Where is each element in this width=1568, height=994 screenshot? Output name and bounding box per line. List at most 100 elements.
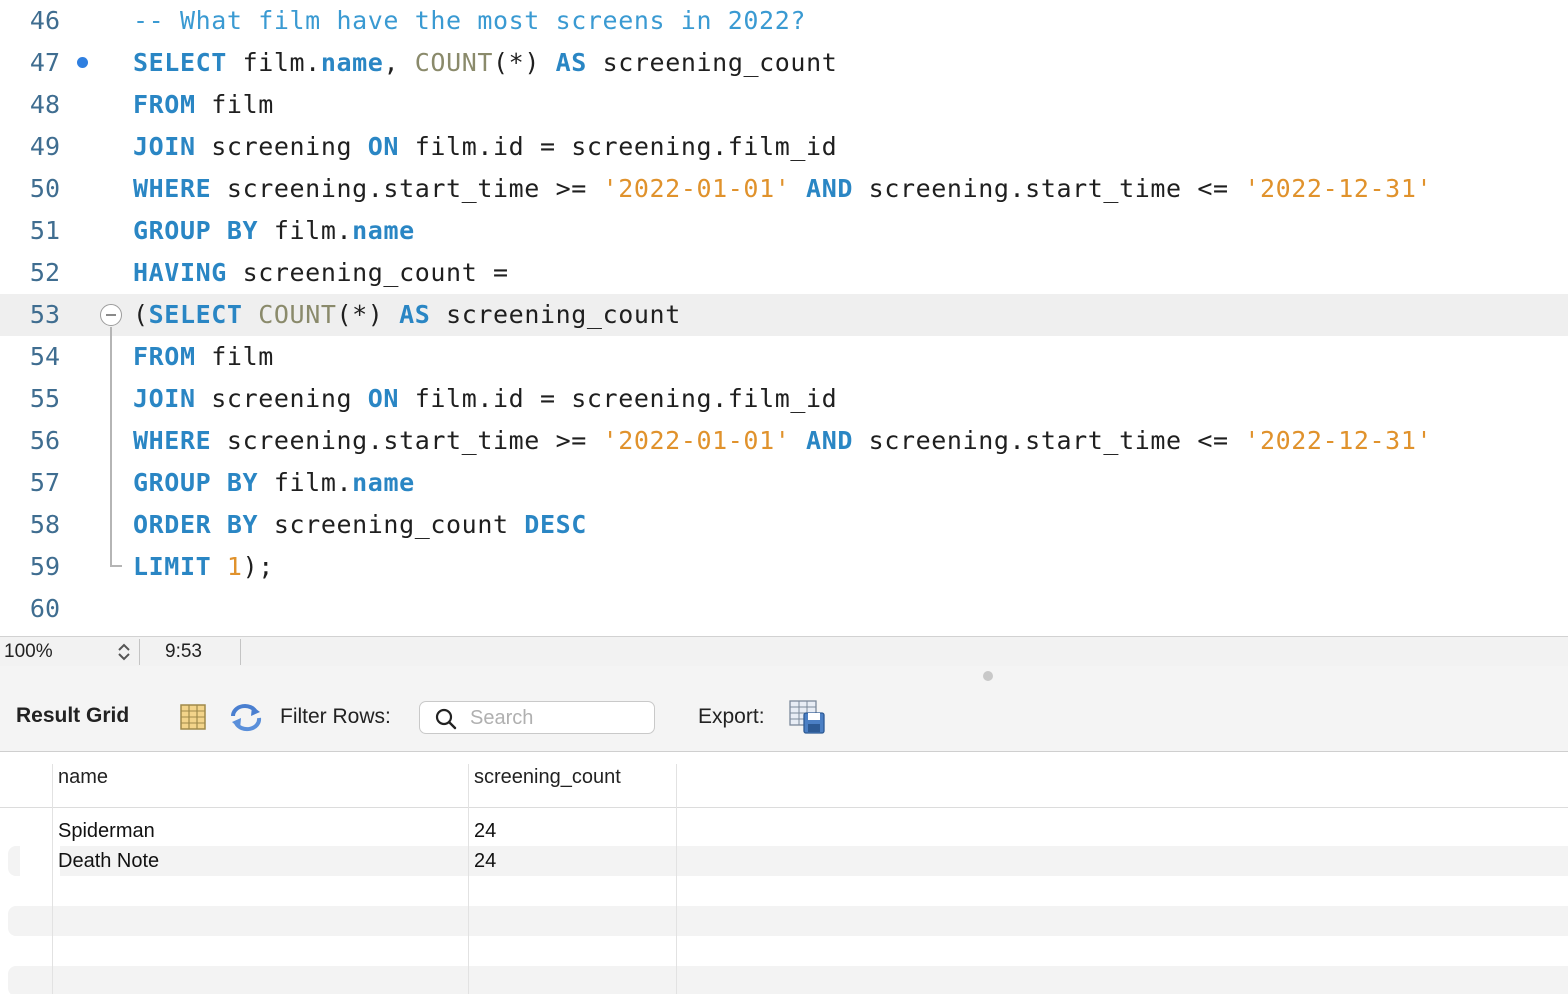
code-token: screening.start_time >= <box>211 426 603 455</box>
code-text[interactable]: SELECT film.name, COUNT(*) AS screening_… <box>133 42 837 84</box>
editor-line[interactable]: 58 ORDER BY screening_count DESC <box>0 504 1568 546</box>
code-token: , <box>383 48 415 77</box>
result-grid[interactable]: name screening_count Spiderman 24 Death … <box>0 752 1568 994</box>
code-token: ON <box>367 384 400 413</box>
row-selector[interactable] <box>20 846 60 876</box>
sql-editor[interactable]: 46 -- What film have the most screens in … <box>0 0 1568 636</box>
code-token: SELECT <box>133 48 227 77</box>
code-token: screening <box>195 132 368 161</box>
editor-line[interactable]: 60 <box>0 588 1568 630</box>
code-token: '2022-12-31' <box>1244 426 1433 455</box>
code-token: GROUP BY <box>133 468 259 497</box>
table-row[interactable]: Spiderman 24 <box>8 816 1568 846</box>
line-number[interactable]: 49 <box>0 126 60 168</box>
code-text[interactable]: WHERE screening.start_time >= '2022-01-0… <box>133 420 1432 462</box>
filter-search-input[interactable] <box>470 705 645 731</box>
filter-search-box[interactable] <box>419 701 655 734</box>
result-toolbar: Result Grid Filter Rows: Export: <box>0 666 1568 752</box>
line-number[interactable]: 53 <box>0 294 60 336</box>
code-token: screening_count <box>258 510 525 539</box>
editor-line[interactable]: 49 JOIN screening ON film.id = screening.… <box>0 126 1568 168</box>
code-text[interactable]: JOIN screening ON film.id = screening.fi… <box>133 126 837 168</box>
editor-line[interactable]: 48 FROM film <box>0 84 1568 126</box>
code-text[interactable]: FROM film <box>133 336 274 378</box>
line-number[interactable]: 51 <box>0 210 60 252</box>
export-table-icon[interactable] <box>788 699 828 735</box>
code-token: (*) <box>336 300 400 329</box>
line-number[interactable]: 55 <box>0 378 60 420</box>
code-token: 1 <box>226 552 243 581</box>
column-header-name[interactable]: name <box>58 766 108 789</box>
line-number[interactable]: 52 <box>0 252 60 294</box>
cell-screening-count[interactable]: 24 <box>474 816 496 846</box>
panel-splitter-handle[interactable] <box>983 671 993 681</box>
up-down-stepper-icon[interactable] <box>114 640 134 664</box>
code-token: ORDER BY <box>133 510 259 539</box>
cell-name[interactable]: Spiderman <box>58 816 155 846</box>
line-number[interactable]: 58 <box>0 504 60 546</box>
empty-row <box>8 936 1568 966</box>
code-text[interactable]: GROUP BY film.name <box>133 210 415 252</box>
line-number[interactable]: 50 <box>0 168 60 210</box>
column-divider[interactable] <box>676 764 677 994</box>
code-text[interactable]: JOIN screening ON film.id = screening.fi… <box>133 378 837 420</box>
code-token: screening <box>195 384 368 413</box>
line-number[interactable]: 54 <box>0 336 60 378</box>
editor-line[interactable]: 52 HAVING screening_count = <box>0 252 1568 294</box>
code-text[interactable]: FROM film <box>133 84 274 126</box>
line-number[interactable]: 48 <box>0 84 60 126</box>
code-token: screening.start_time <= <box>853 426 1245 455</box>
code-token: ON <box>367 132 400 161</box>
code-text[interactable]: WHERE screening.start_time >= '2022-01-0… <box>133 168 1432 210</box>
table-row[interactable]: Death Note 24 <box>8 846 1568 876</box>
line-number[interactable]: 57 <box>0 462 60 504</box>
refresh-icon[interactable] <box>229 702 263 732</box>
empty-row <box>8 906 1568 936</box>
code-token: COUNT <box>258 300 337 329</box>
grid-layout-icon[interactable] <box>179 703 207 731</box>
code-text[interactable]: ORDER BY screening_count DESC <box>133 504 587 546</box>
breakpoint-dot-icon[interactable] <box>77 57 88 68</box>
code-token: screening_count = <box>226 258 509 287</box>
editor-line[interactable]: 47 SELECT film.name, COUNT(*) AS screenin… <box>0 42 1568 84</box>
editor-line[interactable]: 51 GROUP BY film.name <box>0 210 1568 252</box>
code-text[interactable]: GROUP BY film.name <box>133 462 415 504</box>
column-divider[interactable] <box>468 764 469 994</box>
fold-collapse-icon[interactable] <box>100 304 122 326</box>
code-text[interactable]: (SELECT COUNT(*) AS screening_count <box>133 294 681 336</box>
code-token: JOIN <box>133 132 196 161</box>
editor-line[interactable]: 55 JOIN screening ON film.id = screening.… <box>0 378 1568 420</box>
code-token: name <box>352 468 415 497</box>
code-token: screening.start_time <= <box>853 174 1245 203</box>
code-text[interactable]: -- What film have the most screens in 20… <box>133 0 806 42</box>
editor-line[interactable]: 53 (SELECT COUNT(*) AS screening_count <box>0 294 1568 336</box>
editor-line[interactable]: 57 GROUP BY film.name <box>0 462 1568 504</box>
code-token: ( <box>133 300 149 329</box>
code-token: screening_count <box>586 48 838 77</box>
code-text[interactable]: LIMIT 1); <box>133 546 274 588</box>
editor-line[interactable]: 46 -- What film have the most screens in … <box>0 0 1568 42</box>
code-token: FROM <box>133 342 196 371</box>
code-token: film <box>195 342 274 371</box>
code-token: screening_count <box>430 300 681 329</box>
editor-line[interactable]: 54 FROM film <box>0 336 1568 378</box>
code-token: SELECT <box>148 300 243 329</box>
editor-line[interactable]: 50 WHERE screening.start_time >= '2022-01… <box>0 168 1568 210</box>
cell-screening-count[interactable]: 24 <box>474 846 496 876</box>
column-header-screening-count[interactable]: screening_count <box>474 766 621 789</box>
zoom-level[interactable]: 100% <box>4 637 53 667</box>
cell-name[interactable]: Death Note <box>58 846 159 876</box>
line-number[interactable]: 59 <box>0 546 60 588</box>
line-number[interactable]: 56 <box>0 420 60 462</box>
line-number[interactable]: 60 <box>0 588 60 630</box>
empty-row <box>8 876 1568 906</box>
line-number[interactable]: 46 <box>0 0 60 42</box>
column-divider <box>52 764 53 994</box>
code-text[interactable]: HAVING screening_count = <box>133 252 509 294</box>
editor-line[interactable]: 56 WHERE screening.start_time >= '2022-01… <box>0 420 1568 462</box>
editor-line[interactable]: 59 LIMIT 1); <box>0 546 1568 588</box>
code-token: AND <box>806 174 854 203</box>
line-number[interactable]: 47 <box>0 42 60 84</box>
